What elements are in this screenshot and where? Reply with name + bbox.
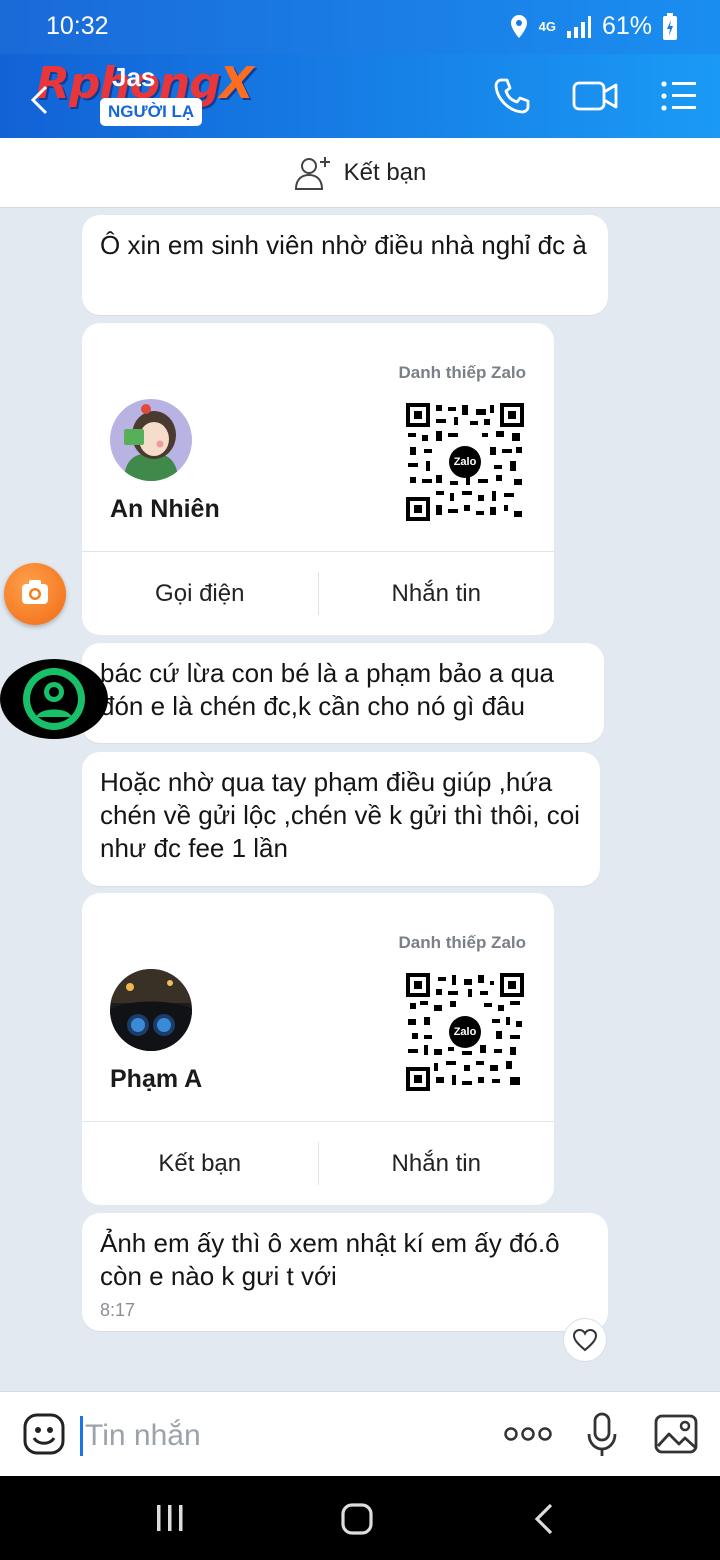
message-bubble[interactable]: bác cứ lừa con bé là a phạm bảo a qua đó… [82,643,604,743]
phone-icon[interactable] [492,76,532,116]
qr-logo-label: Zalo [453,1026,477,1038]
camera-icon [22,580,48,604]
network-label: 4G [538,19,556,34]
system-nav-bar [0,1476,720,1560]
recents-icon[interactable] [154,1502,186,1534]
stranger-badge: NGƯỜI LẠ [100,98,203,126]
message-input-bar: Tin nhắn [0,1391,720,1476]
card-label: Danh thiếp Zalo [398,933,527,952]
add-friend-button[interactable]: Kết bạn [0,138,720,208]
contact-card[interactable]: Danh thiếp Zalo An Nhiên Zalo Gọi điện N… [82,323,554,635]
battery-percent: 61% [601,12,652,40]
location-icon [510,14,527,38]
status-time: 10:32 [46,12,109,40]
more-icon[interactable] [504,1424,552,1444]
message-button[interactable]: Nhắn tin [319,552,555,635]
back-icon[interactable] [28,84,50,116]
call-button[interactable]: Gọi điện [82,552,318,635]
contact-card[interactable]: Danh thiếp Zalo Phạm A Zalo Kết bạn Nhắn… [82,893,554,1205]
message-text: Ảnh em ấy thì ô xem nhật kí em ấy đó.ô c… [100,1228,560,1291]
chat-header: RphongX Jas NGƯỜI LẠ [0,54,720,138]
status-bar: 10:32 4G 61% [0,0,720,54]
message-text: Hoặc nhờ qua tay phạm điều giúp ,hứa ché… [100,767,580,863]
menu-icon[interactable] [660,76,698,116]
avatar[interactable] [110,399,192,481]
message-text: Ô xin em sinh viên nhờ điều nhà nghỉ đc … [100,230,587,260]
avatar[interactable] [110,969,192,1051]
qr-logo-label: Zalo [453,456,477,468]
back-nav-icon[interactable] [532,1502,556,1536]
card-name: Phạm A [110,1065,203,1093]
message-button[interactable]: Nhắn tin [319,1122,555,1205]
card-name: An Nhiên [110,495,220,523]
mic-icon[interactable] [586,1412,618,1458]
message-bubble[interactable]: Ảnh em ấy thì ô xem nhật kí em ấy đó.ô c… [82,1213,608,1331]
message-bubble[interactable]: Ô xin em sinh viên nhờ điều nhà nghỉ đc … [82,215,608,315]
heart-icon [572,1328,598,1352]
message-time: 8:17 [100,1300,136,1320]
message-text: bác cứ lừa con bé là a phạm bảo a qua đó… [100,658,554,721]
card-label: Danh thiếp Zalo [398,363,527,382]
video-icon[interactable] [572,76,618,116]
image-icon[interactable] [654,1414,698,1454]
message-bubble[interactable]: Hoặc nhờ qua tay phạm điều giúp ,hứa ché… [82,752,600,886]
react-button[interactable] [563,1318,607,1362]
signal-icon [566,15,591,38]
home-icon[interactable] [340,1502,374,1536]
add-friend-label: Kết bạn [343,158,427,186]
add-friend-icon [294,156,330,190]
contact-name[interactable]: Jas [112,62,155,93]
emoji-icon[interactable] [22,1412,66,1456]
add-friend-card-button[interactable]: Kết bạn [82,1122,318,1205]
message-input[interactable]: Tin nhắn [80,1416,460,1456]
watermark-logo-icon [0,659,108,739]
camera-button[interactable] [4,563,66,625]
battery-icon [663,12,677,40]
